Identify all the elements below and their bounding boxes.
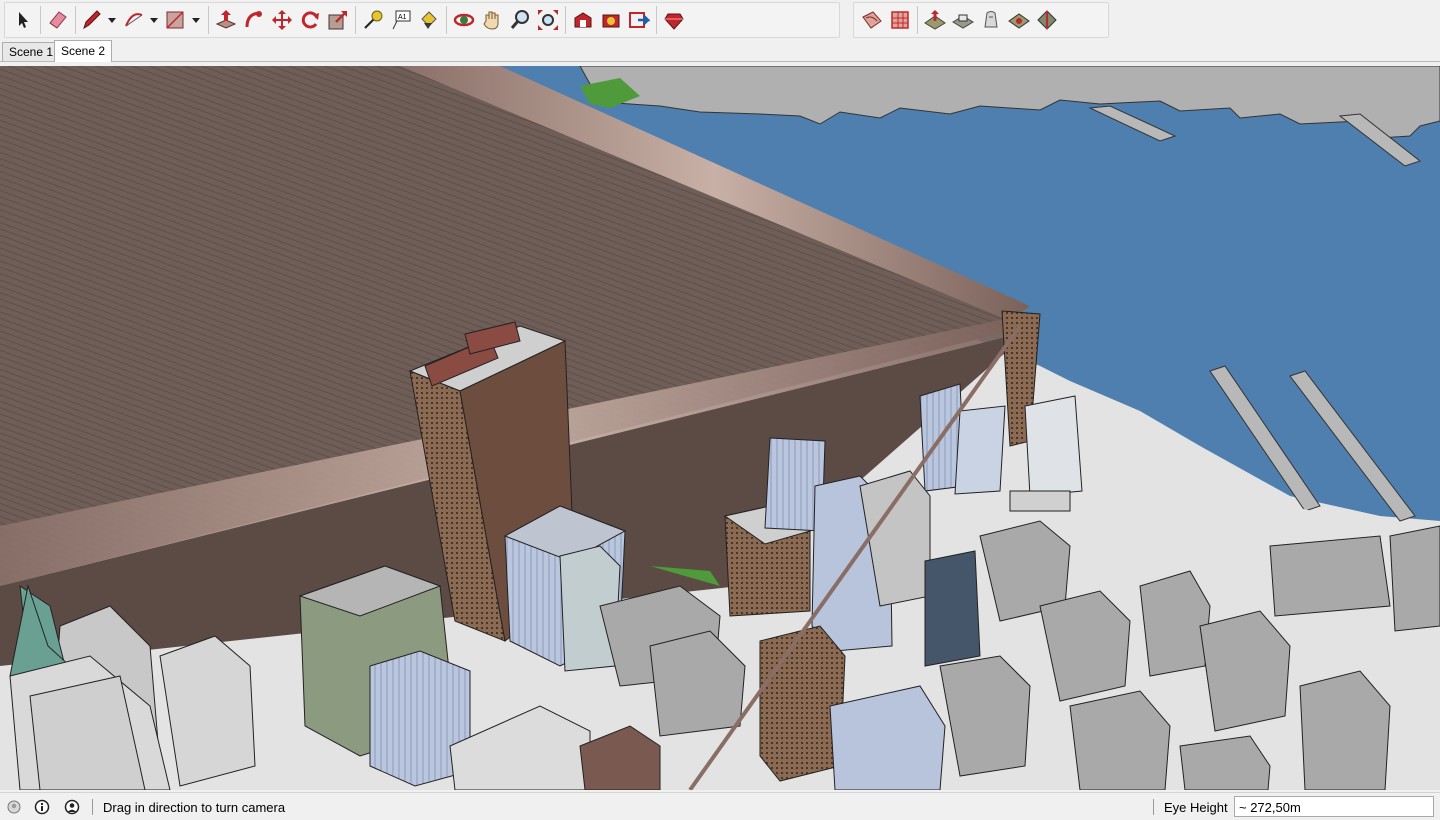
scale-icon <box>328 11 347 30</box>
extension-warehouse-button[interactable] <box>597 6 625 34</box>
move-tool-button[interactable] <box>268 6 296 34</box>
sandbox-scratch-icon <box>891 11 909 29</box>
zoom-extents-icon <box>538 10 558 30</box>
toolbar-separator <box>40 6 41 34</box>
share-model-button[interactable] <box>625 6 653 34</box>
drape-icon <box>984 11 998 28</box>
paint-bucket-icon <box>421 11 437 29</box>
pan-icon <box>483 11 499 30</box>
toolbar-separator <box>75 6 76 34</box>
orbit-icon <box>453 13 475 27</box>
rectangle-icon <box>166 11 200 29</box>
text-tool-button[interactable]: A1 <box>387 6 415 34</box>
status-bar: Drag in direction to turn camera Eye Hei… <box>0 792 1440 820</box>
zoom-extents-tool-button[interactable] <box>534 6 562 34</box>
smoove-button[interactable] <box>921 6 949 34</box>
share-model-icon <box>629 12 650 28</box>
extension-warehouse-icon <box>602 14 620 28</box>
scale-tool-button[interactable] <box>324 6 352 34</box>
ruby-icon <box>664 13 684 30</box>
toolbar-separator <box>208 6 209 34</box>
toolbar-separator <box>355 6 356 34</box>
eye-height-label: Eye Height <box>1164 800 1228 815</box>
toolbar-separator <box>917 6 918 34</box>
sandbox-contours-button[interactable] <box>858 6 886 34</box>
status-separator <box>1153 799 1154 815</box>
toolbar-separator <box>446 6 447 34</box>
pan-tool-button[interactable] <box>478 6 506 34</box>
move-icon <box>272 10 292 30</box>
push-pull-tool-button[interactable] <box>212 6 240 34</box>
stamp-icon <box>952 14 974 29</box>
warehouse-icon <box>574 12 592 28</box>
flip-edge-icon <box>1037 10 1057 30</box>
info-icon[interactable] <box>34 799 50 815</box>
ruby-console-button[interactable] <box>660 6 688 34</box>
smoove-icon <box>924 10 946 30</box>
user-account-icon[interactable] <box>64 799 80 815</box>
main-toolbar: A1 <box>0 0 1440 40</box>
eye-height-input[interactable]: ~ 272,50m <box>1234 796 1434 817</box>
tab-scene-2[interactable]: Scene 2 <box>54 40 113 62</box>
model-viewport[interactable] <box>0 66 1440 790</box>
zoom-tool-button[interactable] <box>506 6 534 34</box>
arc-icon <box>125 13 158 27</box>
toolbar-separator <box>656 6 657 34</box>
toolbar-separator <box>565 6 566 34</box>
svg-text:A1: A1 <box>398 14 407 21</box>
rotate-icon <box>301 11 319 29</box>
flip-edge-button[interactable] <box>1033 6 1061 34</box>
status-separator <box>92 799 93 815</box>
rotate-tool-button[interactable] <box>296 6 324 34</box>
text-icon: A1 <box>392 10 411 30</box>
drape-button[interactable] <box>977 6 1005 34</box>
scene-tabs: Scene 1 Scene 2 <box>0 40 1440 62</box>
paint-bucket-tool-button[interactable] <box>415 6 443 34</box>
add-detail-icon <box>1008 13 1030 29</box>
stamp-button[interactable] <box>949 6 977 34</box>
arc-tool-button[interactable] <box>121 6 163 34</box>
rectangle-tool-button[interactable] <box>163 6 205 34</box>
push-pull-icon <box>215 10 237 29</box>
select-icon <box>19 12 28 28</box>
eraser-icon <box>49 11 67 29</box>
sandbox-scratch-button[interactable] <box>886 6 914 34</box>
tab-scene-1[interactable]: Scene 1 <box>2 42 61 61</box>
tape-measure-tool-button[interactable] <box>359 6 387 34</box>
add-detail-button[interactable] <box>1005 6 1033 34</box>
follow-me-icon <box>245 11 262 28</box>
sandbox-contours-icon <box>862 11 882 29</box>
toolbar-group-sandbox <box>853 2 1109 38</box>
eraser-tool-button[interactable] <box>44 6 72 34</box>
pencil-icon <box>83 10 116 30</box>
orbit-tool-button[interactable] <box>450 6 478 34</box>
status-message: Drag in direction to turn camera <box>103 800 286 815</box>
select-tool-button[interactable] <box>9 6 37 34</box>
toolbar-group-main: A1 <box>4 2 840 38</box>
pencil-tool-button[interactable] <box>79 6 121 34</box>
tape-measure-icon <box>364 10 383 29</box>
geolocation-icon[interactable] <box>6 799 22 815</box>
city-scene-render <box>0 66 1440 790</box>
warehouse-button[interactable] <box>569 6 597 34</box>
zoom-icon <box>510 10 529 29</box>
follow-me-tool-button[interactable] <box>240 6 268 34</box>
